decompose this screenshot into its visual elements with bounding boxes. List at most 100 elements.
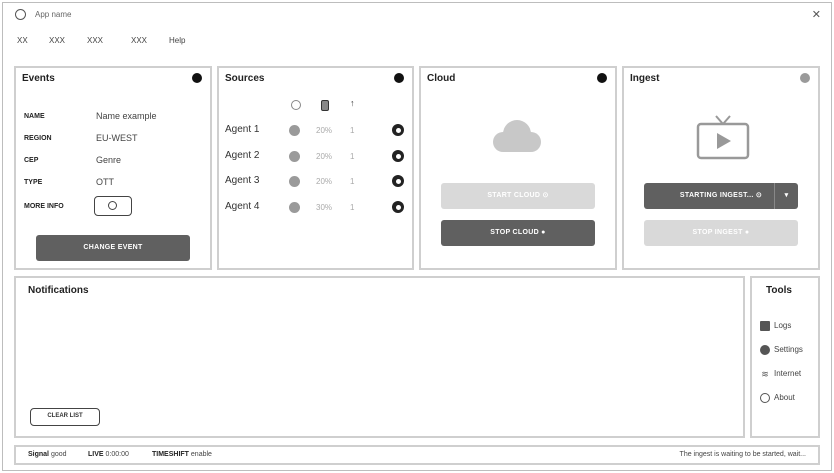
menu-item-2[interactable]: XXX — [49, 36, 65, 45]
ingest-panel: Ingest STARTING INGEST... ⊙ ▾ STOP INGES… — [622, 66, 820, 270]
tool-logs[interactable]: Logs — [760, 321, 791, 331]
starting-ingest-button[interactable]: STARTING INGEST... ⊙ ▾ — [644, 183, 798, 209]
tv-play-icon — [696, 115, 750, 160]
timeshift-label: TIMESHIFT — [152, 451, 189, 458]
agent-1-settings-icon[interactable] — [392, 124, 404, 136]
start-cloud-icon: ⊙ — [542, 192, 549, 199]
tools-title: Tools — [766, 285, 792, 296]
upload-icon: ↑ — [350, 98, 355, 108]
agent-4-name: Agent 4 — [225, 201, 260, 212]
events-title: Events — [22, 73, 55, 84]
live-status: LIVE 0:00:00 — [88, 451, 129, 458]
ingest-status-dot — [800, 73, 810, 83]
timeshift-status: TIMESHIFT enable — [152, 451, 212, 458]
cloud-panel: Cloud START CLOUD ⊙ STOP CLOUD ● — [419, 66, 617, 270]
clock-icon — [291, 100, 301, 110]
titlebar: App name ✕ — [3, 3, 831, 27]
stop-ingest-label: STOP INGEST — [692, 229, 743, 236]
battery-icon — [321, 100, 329, 111]
agent-3-status-icon — [289, 176, 300, 187]
event-key-region: REGION — [24, 135, 52, 142]
sources-title: Sources — [225, 73, 265, 84]
cloud-title: Cloud — [427, 73, 456, 84]
menu-item-4[interactable]: XXX — [131, 36, 147, 45]
agent-3-settings-icon[interactable] — [392, 175, 404, 187]
menu-item-3[interactable]: XXX — [87, 36, 103, 45]
change-event-button[interactable]: CHANGE EVENT — [36, 235, 190, 261]
tool-internet[interactable]: ≋ Internet — [760, 369, 801, 379]
agent-3-name: Agent 3 — [225, 175, 260, 186]
start-cloud-button: START CLOUD ⊙ — [441, 183, 595, 209]
app-logo-icon — [15, 9, 26, 20]
menu-item-1[interactable]: XX — [17, 36, 28, 45]
tools-panel: Tools Logs Settings ≋ Internet About — [750, 276, 820, 438]
logs-icon — [760, 321, 770, 331]
clear-list-button[interactable]: CLEAR LIST — [30, 408, 100, 426]
stop-ingest-icon: ● — [744, 229, 750, 236]
wifi-icon: ≋ — [761, 369, 769, 379]
agent-4-percent: 30% — [316, 203, 333, 212]
tool-settings[interactable]: Settings — [760, 345, 803, 355]
cloud-status-dot — [597, 73, 607, 83]
agent-2-count: 1 — [350, 152, 355, 161]
agent-3-percent: 20% — [316, 177, 333, 186]
events-status-dot — [192, 73, 202, 83]
event-value-region: EU-WEST — [96, 133, 138, 143]
agent-2-name: Agent 2 — [225, 150, 260, 161]
more-info-button[interactable] — [94, 196, 132, 216]
notifications-title: Notifications — [28, 285, 89, 296]
dropdown-arrow-icon[interactable]: ▾ — [774, 183, 798, 209]
stop-cloud-icon: ● — [541, 229, 546, 236]
signal-label: Signal — [28, 451, 50, 458]
timeshift-value: enable — [190, 451, 212, 458]
info-icon — [108, 201, 117, 210]
menu-item-help[interactable]: Help — [169, 36, 185, 45]
agent-4-settings-icon[interactable] — [392, 201, 404, 213]
sources-panel: Sources ↑ Agent 1 20% 1 Agent 2 20% 1 Ag… — [217, 66, 414, 270]
notifications-panel: Notifications CLEAR LIST — [14, 276, 745, 438]
signal-status: Signal good — [28, 451, 67, 458]
event-value-type: OTT — [96, 177, 114, 187]
stop-cloud-label: STOP CLOUD — [490, 229, 539, 236]
tool-logs-label: Logs — [774, 321, 792, 331]
info-icon — [760, 393, 770, 403]
app-title: App name — [35, 10, 72, 19]
agent-1-name: Agent 1 — [225, 124, 260, 135]
agent-2-percent: 20% — [316, 152, 333, 161]
agent-4-status-icon — [289, 202, 300, 213]
ingest-title: Ingest — [630, 73, 660, 84]
tool-settings-label: Settings — [774, 345, 803, 355]
event-key-cep: CEP — [24, 157, 39, 164]
tool-about-label: About — [774, 393, 795, 403]
starting-ingest-label: STARTING INGEST... — [679, 192, 754, 199]
tool-internet-label: Internet — [774, 369, 802, 379]
stop-ingest-button: STOP INGEST ● — [644, 220, 798, 246]
agent-2-status-icon — [289, 151, 300, 162]
close-icon[interactable]: ✕ — [812, 8, 821, 21]
events-panel: Events NAME Name example REGION EU-WEST … — [14, 66, 212, 270]
cloud-icon — [493, 120, 541, 152]
event-value-name: Name example — [96, 111, 157, 121]
signal-value: good — [50, 451, 67, 458]
agent-3-count: 1 — [350, 177, 355, 186]
start-cloud-label: START CLOUD — [487, 192, 541, 199]
status-bar: Signal good LIVE 0:00:00 TIMESHIFT enabl… — [14, 445, 820, 465]
stop-cloud-button[interactable]: STOP CLOUD ● — [441, 220, 595, 246]
tool-about[interactable]: About — [760, 393, 795, 403]
status-message: The ingest is waiting to be started, wai… — [679, 451, 806, 458]
agent-1-percent: 20% — [316, 126, 333, 135]
agent-2-settings-icon[interactable] — [392, 150, 404, 162]
agent-4-count: 1 — [350, 203, 355, 212]
event-key-name: NAME — [24, 113, 45, 120]
live-label: LIVE — [88, 451, 104, 458]
settings-icon — [760, 345, 770, 355]
event-key-more-info: MORE INFO — [24, 203, 64, 210]
ingest-clock-icon: ⊙ — [755, 192, 763, 199]
agent-1-count: 1 — [350, 126, 355, 135]
event-value-cep: Genre — [96, 155, 122, 165]
event-key-type: TYPE — [24, 179, 43, 186]
sources-status-dot — [394, 73, 404, 83]
agent-1-status-icon — [289, 125, 300, 136]
menu-bar: XX XXX XXX XXX Help — [3, 31, 831, 51]
live-value: 0:00:00 — [105, 451, 129, 458]
